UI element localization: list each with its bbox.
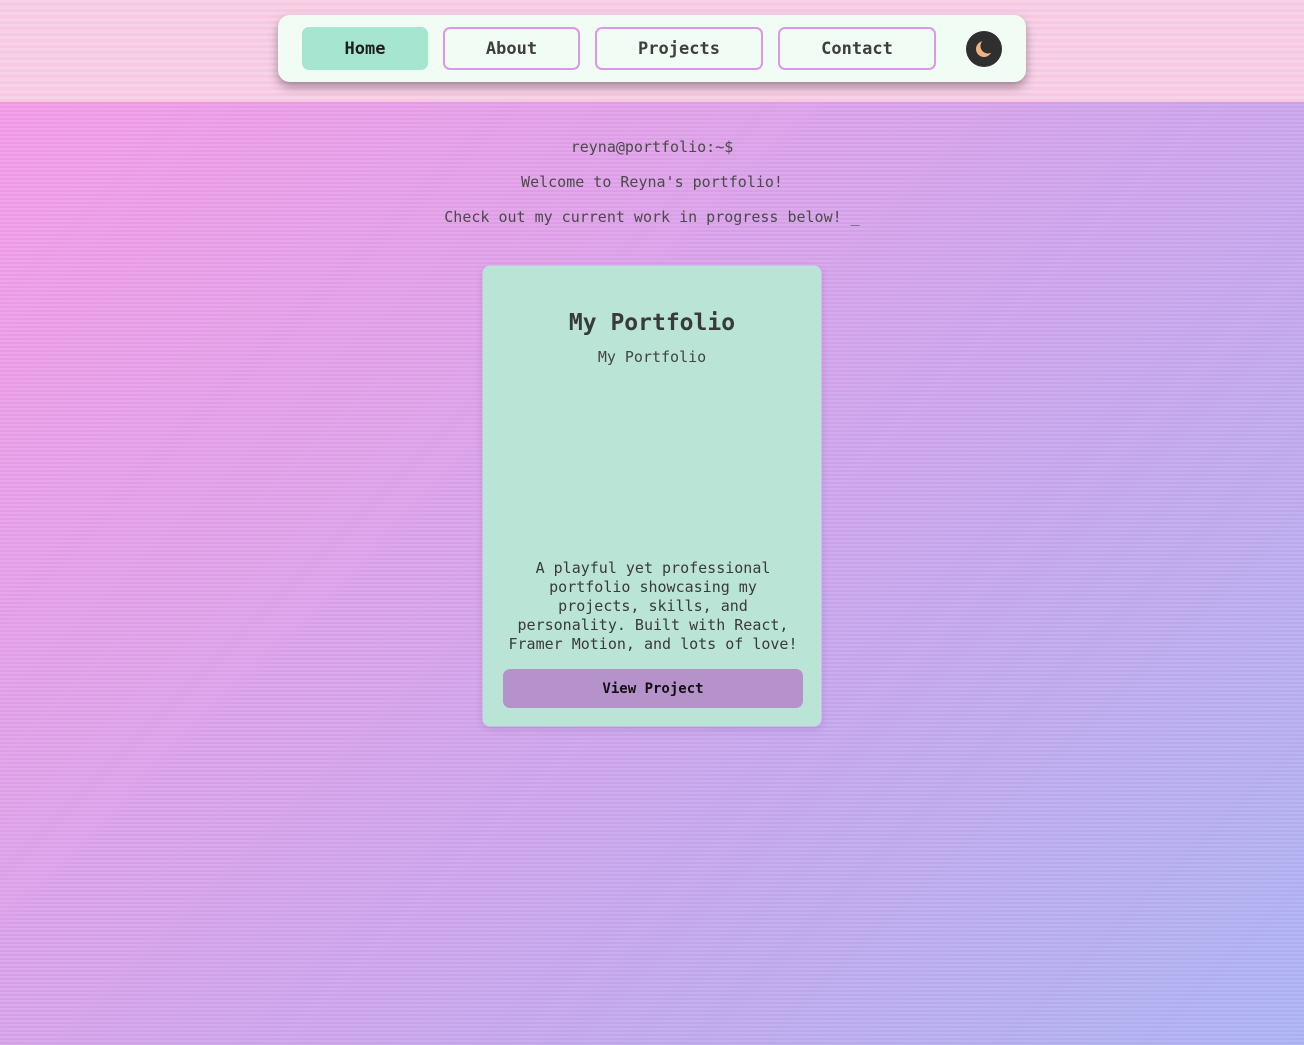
checkout-text: Check out my current work in progress be… bbox=[444, 208, 860, 226]
welcome-text: Welcome to Reyna's portfolio! bbox=[521, 173, 783, 191]
project-description: A playful yet professional portfolio sho… bbox=[508, 559, 798, 653]
terminal-prompt: reyna@portfolio:~$ bbox=[570, 138, 734, 156]
nav-projects-button[interactable]: Projects bbox=[595, 27, 763, 70]
project-title: My Portfolio bbox=[568, 310, 736, 336]
view-project-button[interactable]: View Project bbox=[503, 669, 803, 708]
project-subtitle: My Portfolio bbox=[597, 348, 707, 366]
moon-icon bbox=[976, 39, 994, 57]
top-bar: Home About Projects Contact bbox=[0, 0, 1304, 102]
nav-home-button[interactable]: Home bbox=[302, 27, 428, 70]
project-card: My Portfolio My Portfolio A playful yet … bbox=[482, 265, 822, 727]
theme-toggle-button[interactable] bbox=[966, 31, 1002, 67]
main-nav: Home About Projects Contact bbox=[278, 15, 1026, 82]
nav-contact-button[interactable]: Contact bbox=[778, 27, 936, 70]
nav-about-button[interactable]: About bbox=[443, 27, 580, 70]
